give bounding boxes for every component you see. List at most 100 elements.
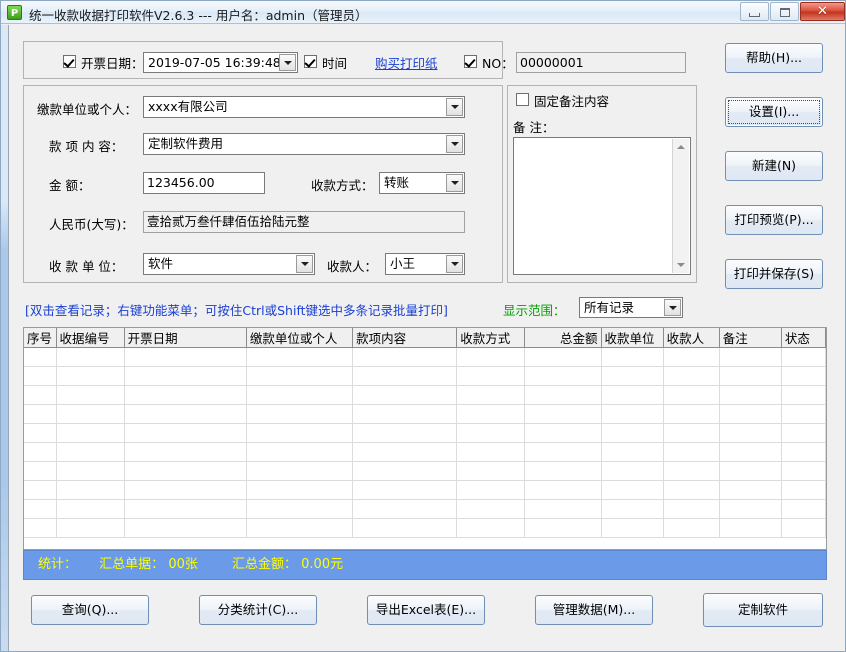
col-payer[interactable]: 缴款单位或个人	[246, 328, 352, 348]
table-cell-empty[interactable]	[353, 386, 457, 405]
col-payee[interactable]: 收款人	[663, 328, 719, 348]
table-cell-empty[interactable]	[525, 386, 601, 405]
scroll-down-icon[interactable]	[673, 257, 689, 273]
table-row-empty[interactable]	[24, 367, 826, 386]
table-cell-empty[interactable]	[781, 424, 825, 443]
table-cell-empty[interactable]	[719, 386, 781, 405]
table-cell-empty[interactable]	[353, 500, 457, 519]
table-cell-empty[interactable]	[457, 443, 525, 462]
table-cell-empty[interactable]	[56, 405, 124, 424]
table-cell-empty[interactable]	[56, 348, 124, 367]
col-remark[interactable]: 备注	[719, 328, 781, 348]
col-status[interactable]: 状态	[781, 328, 825, 348]
table-cell-empty[interactable]	[601, 348, 663, 367]
date-dropdown-arrow-icon[interactable]	[279, 54, 296, 71]
table-cell-empty[interactable]	[24, 500, 56, 519]
table-cell-empty[interactable]	[525, 443, 601, 462]
table-cell-empty[interactable]	[246, 367, 352, 386]
query-button[interactable]: 查询(Q)...	[31, 595, 149, 625]
table-row-empty[interactable]	[24, 519, 826, 538]
table-cell-empty[interactable]	[457, 481, 525, 500]
table-cell-empty[interactable]	[719, 443, 781, 462]
table-cell-empty[interactable]	[525, 348, 601, 367]
table-cell-empty[interactable]	[56, 462, 124, 481]
table-cell-empty[interactable]	[353, 405, 457, 424]
table-cell-empty[interactable]	[124, 519, 246, 538]
table-cell-empty[interactable]	[56, 481, 124, 500]
table-cell-empty[interactable]	[525, 519, 601, 538]
table-cell-empty[interactable]	[781, 443, 825, 462]
table-cell-empty[interactable]	[525, 367, 601, 386]
col-index[interactable]: 序号	[24, 328, 56, 348]
table-cell-empty[interactable]	[353, 424, 457, 443]
table-cell-empty[interactable]	[663, 367, 719, 386]
table-row-empty[interactable]	[24, 500, 826, 519]
table-cell-empty[interactable]	[663, 386, 719, 405]
table-cell-empty[interactable]	[24, 481, 56, 500]
table-cell-empty[interactable]	[601, 481, 663, 500]
table-cell-empty[interactable]	[246, 500, 352, 519]
table-cell-empty[interactable]	[353, 443, 457, 462]
print-preview-button[interactable]: 打印预览(P)...	[725, 205, 823, 235]
table-cell-empty[interactable]	[56, 367, 124, 386]
table-cell-empty[interactable]	[663, 424, 719, 443]
manage-data-button[interactable]: 管理数据(M)...	[535, 595, 653, 625]
table-cell-empty[interactable]	[601, 519, 663, 538]
table-cell-empty[interactable]	[781, 348, 825, 367]
table-cell-empty[interactable]	[525, 481, 601, 500]
table-cell-empty[interactable]	[781, 519, 825, 538]
table-cell-empty[interactable]	[246, 443, 352, 462]
table-cell-empty[interactable]	[124, 405, 246, 424]
scroll-up-icon[interactable]	[673, 139, 689, 155]
table-row-empty[interactable]	[24, 481, 826, 500]
table-cell-empty[interactable]	[124, 481, 246, 500]
maximize-button[interactable]	[770, 2, 799, 21]
table-cell-empty[interactable]	[56, 443, 124, 462]
custom-software-button[interactable]: 定制软件	[703, 593, 823, 627]
table-row-empty[interactable]	[24, 424, 826, 443]
table-cell-empty[interactable]	[719, 424, 781, 443]
display-range-select[interactable]: 所有记录	[579, 297, 683, 318]
table-cell-empty[interactable]	[719, 367, 781, 386]
table-row-empty[interactable]	[24, 386, 826, 405]
table-cell-empty[interactable]	[24, 405, 56, 424]
display-range-arrow-icon[interactable]	[664, 299, 681, 316]
table-cell-empty[interactable]	[719, 405, 781, 424]
table-cell-empty[interactable]	[663, 405, 719, 424]
table-cell-empty[interactable]	[457, 519, 525, 538]
table-cell-empty[interactable]	[24, 462, 56, 481]
table-cell-empty[interactable]	[124, 462, 246, 481]
table-cell-empty[interactable]	[663, 500, 719, 519]
buy-printer-paper-link[interactable]: 购买打印纸	[375, 53, 438, 72]
table-cell-empty[interactable]	[781, 500, 825, 519]
payee-select[interactable]: 小王	[385, 253, 465, 275]
table-cell-empty[interactable]	[525, 405, 601, 424]
payee-arrow-icon[interactable]	[446, 255, 463, 273]
col-total[interactable]: 总金额	[525, 328, 601, 348]
table-cell-empty[interactable]	[663, 519, 719, 538]
date-checkbox[interactable]	[63, 55, 76, 68]
table-cell-empty[interactable]	[663, 348, 719, 367]
remark-textarea[interactable]	[513, 137, 691, 275]
table-cell-empty[interactable]	[124, 443, 246, 462]
table-cell-empty[interactable]	[56, 424, 124, 443]
item-content-input[interactable]: 定制软件费用	[143, 133, 465, 155]
table-row-empty[interactable]	[24, 443, 826, 462]
table-cell-empty[interactable]	[353, 462, 457, 481]
category-stats-button[interactable]: 分类统计(C)...	[199, 595, 317, 625]
table-cell-empty[interactable]	[601, 443, 663, 462]
col-receipt-no[interactable]: 收据编号	[56, 328, 124, 348]
table-cell-empty[interactable]	[781, 481, 825, 500]
table-cell-empty[interactable]	[719, 519, 781, 538]
table-cell-empty[interactable]	[457, 500, 525, 519]
table-cell-empty[interactable]	[525, 462, 601, 481]
minimize-button[interactable]	[740, 2, 769, 21]
table-cell-empty[interactable]	[719, 462, 781, 481]
table-cell-empty[interactable]	[246, 519, 352, 538]
table-cell-empty[interactable]	[24, 386, 56, 405]
table-cell-empty[interactable]	[457, 386, 525, 405]
payee-unit-arrow-icon[interactable]	[296, 255, 313, 273]
settings-button[interactable]: 设置(I)...	[725, 97, 823, 127]
table-cell-empty[interactable]	[246, 348, 352, 367]
table-cell-empty[interactable]	[246, 424, 352, 443]
